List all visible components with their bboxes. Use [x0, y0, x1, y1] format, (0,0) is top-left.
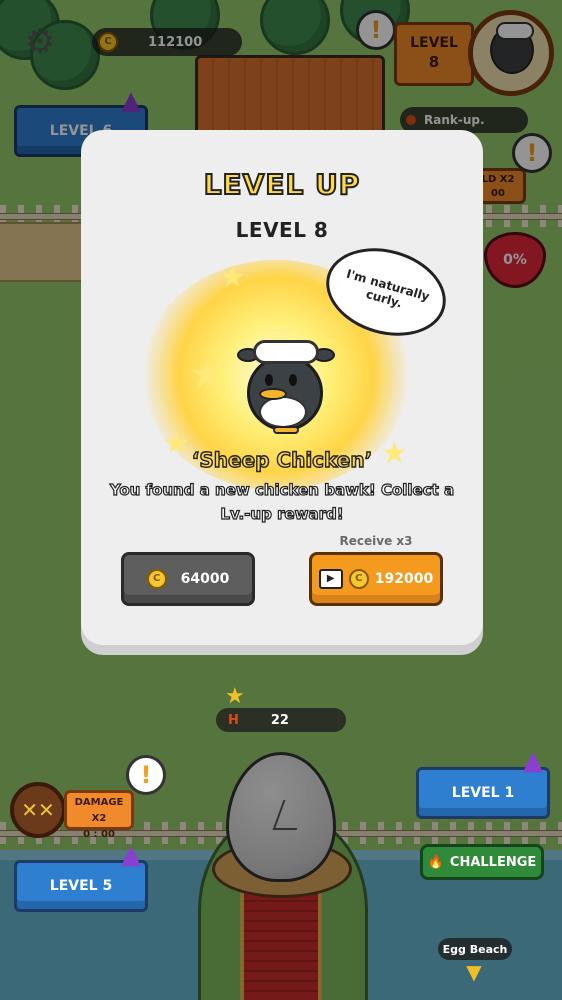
claim-x3-video-button[interactable]: ▶ C 192000 [309, 552, 443, 606]
egg-beach-label[interactable]: Egg Beach [438, 938, 512, 960]
chicken-name: ‘Sheep Chicken’ [191, 447, 373, 472]
chicken-description: You found a new chicken bawk! Collect a … [109, 480, 455, 523]
egg-beach-text: Egg Beach [442, 942, 508, 956]
fire-icon: 🔥 [427, 854, 444, 870]
coin-icon: C [348, 569, 369, 589]
speech-text: I'm naturally curly. [344, 266, 432, 311]
chicken-feet [273, 426, 299, 434]
up-arrow-icon: ▲ [523, 746, 543, 776]
exclamation-icon[interactable]: ! [126, 755, 166, 795]
level-up-modal: LEVEL UP LEVEL 8 ★ ★ ★ ★ I'm naturally c… [81, 130, 483, 645]
down-arrow-icon[interactable]: ▼ [462, 962, 486, 982]
receive-x3-label: Receive x3 [339, 534, 413, 548]
star-icon: ★ [189, 352, 225, 398]
chicken-eye [265, 374, 273, 386]
claim3-amount: 192000 [374, 571, 434, 587]
video-icon: ▶ [318, 569, 343, 589]
h-label: H [228, 712, 239, 728]
up-arrow-icon: ▲ [121, 840, 141, 870]
bottom-left-level-label: LEVEL 5 [49, 878, 113, 894]
star-icon: ★ [219, 260, 246, 295]
damage-boost-badge[interactable]: DAMAGE X2 0 : 00 [64, 790, 134, 840]
damage-label: DAMAGE X2 [74, 797, 124, 824]
claim-amount: 64000 [180, 571, 230, 587]
chicken-belly [259, 396, 307, 428]
chicken-eye [289, 374, 297, 386]
challenge-label: CHALLENGE [449, 854, 537, 870]
hatch-counter: H 22 [216, 708, 346, 732]
star-icon: ★ [225, 684, 245, 709]
modal-subtitle: LEVEL 8 [235, 218, 329, 242]
right-level-label: LEVEL 1 [451, 785, 515, 801]
challenge-button[interactable]: 🔥 CHALLENGE [420, 844, 544, 880]
modal-title: LEVEL UP [203, 167, 361, 202]
chicken-wool [253, 340, 319, 364]
h-value: 22 [270, 712, 289, 728]
claim-reward-button[interactable]: C 64000 [121, 552, 255, 606]
coin-icon: C [146, 569, 167, 589]
chicken-beak [259, 388, 287, 400]
damage-boost-icon[interactable]: ✕✕ [10, 782, 66, 838]
